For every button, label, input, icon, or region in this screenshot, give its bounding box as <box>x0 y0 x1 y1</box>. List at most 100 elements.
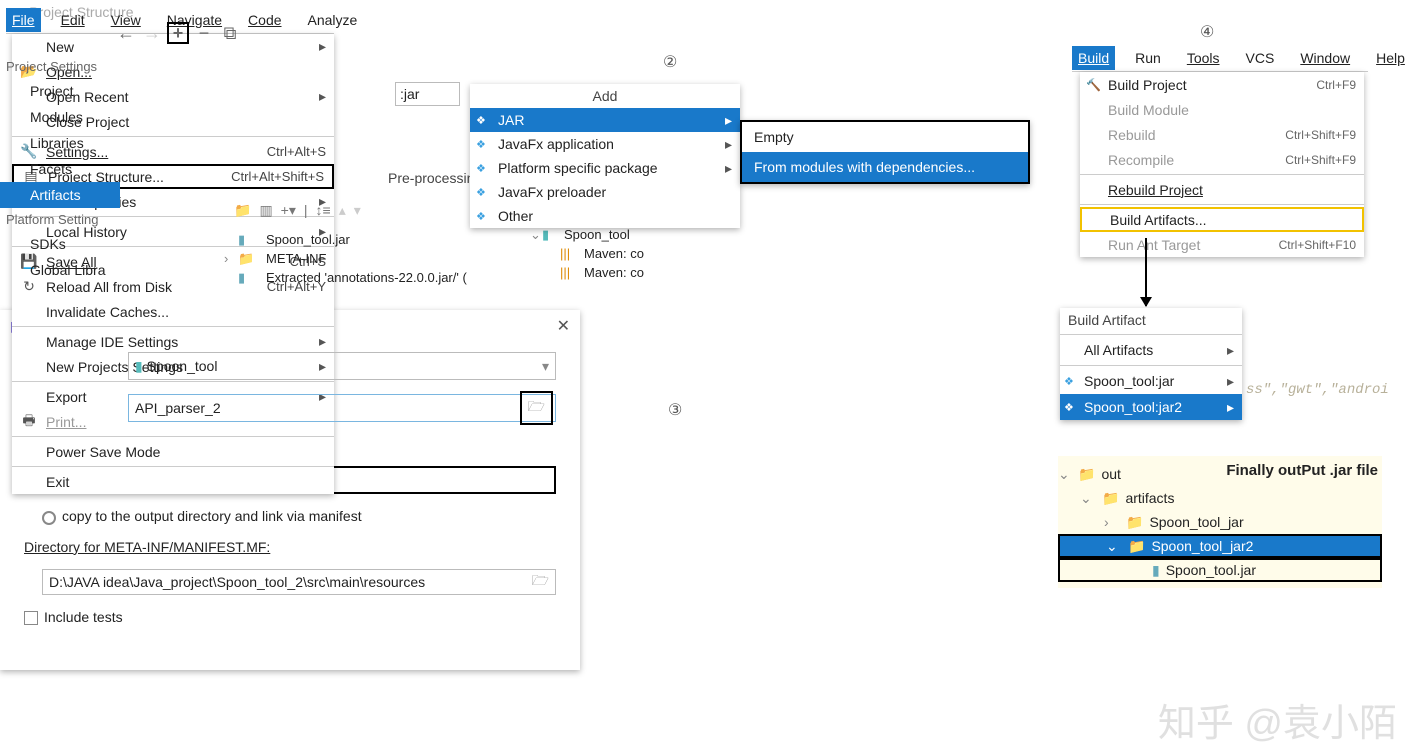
forward-button[interactable]: → <box>141 22 163 44</box>
tool-copy-icon[interactable]: ▥ <box>259 202 272 219</box>
submenu-arrow-icon: ▸ <box>725 136 732 153</box>
menu-build[interactable]: Build <box>1072 46 1115 70</box>
output-tree: Finally outPut .jar file ⌄📁out ⌄📁artifac… <box>1058 456 1382 588</box>
build-menu-rebuild-project[interactable]: Rebuild Project <box>1080 177 1364 202</box>
menu-file[interactable]: File <box>6 8 41 32</box>
menu-help[interactable]: Help <box>1370 46 1405 70</box>
module-icon: ▮ <box>542 227 549 243</box>
diamond-icon: ❖ <box>476 210 486 223</box>
jar-submenu-empty[interactable]: Empty <box>742 122 1028 152</box>
tree-item-jar[interactable]: ▮Spoon_tool.jar <box>232 230 467 249</box>
tab-preprocessing[interactable]: Pre-processing <box>388 170 482 186</box>
close-button[interactable]: ✕ <box>557 316 570 336</box>
add-menu-platform[interactable]: ❖Platform specific package▸ <box>470 156 740 180</box>
sidebar-item-libraries[interactable]: Libraries <box>0 130 120 156</box>
add-menu-preloader[interactable]: ❖JavaFx preloader <box>470 180 740 204</box>
remove-button[interactable]: − <box>193 22 215 44</box>
diamond-icon: ❖ <box>476 162 486 175</box>
artifact-name-field[interactable]: :jar <box>395 82 460 106</box>
jar-icon: ▮ <box>238 232 245 248</box>
add-menu-javafx[interactable]: ❖JavaFx application▸ <box>470 132 740 156</box>
module-icon: ▮ <box>135 358 143 375</box>
tree-f2[interactable]: ⌄📁Spoon_tool_jar2 <box>1058 534 1382 558</box>
menu-code[interactable]: Code <box>242 8 287 32</box>
artifact-jar2[interactable]: ❖Spoon_tool:jar2▸ <box>1060 394 1242 420</box>
diamond-icon: ❖ <box>1064 401 1074 414</box>
sidebar-item-modules[interactable]: Modules <box>0 104 120 130</box>
menu-run[interactable]: Run <box>1129 46 1167 70</box>
extract-icon: ▮ <box>238 270 245 286</box>
menu-edit[interactable]: Edit <box>55 8 91 32</box>
diamond-icon: ❖ <box>1064 375 1074 388</box>
include-tests-checkbox[interactable]: Include tests <box>24 609 556 625</box>
bg-code-3: ss","gwt","androi <box>1246 382 1389 398</box>
browse-folder-icon[interactable]: 🗁 <box>520 391 553 425</box>
manifest-dir-input[interactable]: D:\JAVA idea\Java_project\Spoon_tool_2\s… <box>42 569 556 595</box>
build-menu-build-module[interactable]: Build Module <box>1080 97 1364 122</box>
tree-artifacts[interactable]: ⌄📁artifacts <box>1058 486 1382 510</box>
maven-icon: ||| <box>560 265 570 280</box>
chevron-down-icon[interactable]: ⌄ <box>1106 538 1118 555</box>
step-3-marker: ③ <box>668 400 682 420</box>
chevron-right-icon[interactable]: › <box>1104 514 1109 530</box>
build-menu-build-artifacts[interactable]: Build Artifacts... <box>1080 207 1364 232</box>
tool-up-icon[interactable]: ▴ <box>339 202 346 219</box>
add-button[interactable]: + <box>167 22 189 44</box>
menu-tools[interactable]: Tools <box>1181 46 1226 70</box>
submenu-arrow-icon: ▸ <box>725 160 732 177</box>
build-menu-build-project[interactable]: 🔨Build ProjectCtrl+F9 <box>1080 72 1364 97</box>
folder-icon: 📁 <box>1126 514 1143 531</box>
dropdown-icon: ▾ <box>542 358 549 375</box>
artifact-jar1[interactable]: ❖Spoon_tool:jar▸ <box>1060 368 1242 394</box>
back-button[interactable]: ← <box>115 22 137 44</box>
tool-add-icon[interactable]: +▾ <box>281 202 296 219</box>
diamond-icon: ❖ <box>476 114 486 127</box>
folder-icon: 📁 <box>1128 538 1145 555</box>
browse-folder-icon[interactable]: 🗁 <box>532 570 549 594</box>
sidebar-header-project: Project Settings <box>0 55 120 78</box>
main-class-input[interactable]: API_parser_2🗁 <box>128 394 556 422</box>
sidebar-item-facets[interactable]: Facets <box>0 156 120 182</box>
tree-item-meta[interactable]: ›📁META-INF <box>232 249 467 268</box>
jar-submenu-from-modules[interactable]: From modules with dependencies... <box>742 152 1028 182</box>
tool-down-icon[interactable]: ▾ <box>354 202 361 219</box>
menu-analyze[interactable]: Analyze <box>302 8 364 32</box>
tool-newfolder-icon[interactable]: 📁 <box>234 202 251 219</box>
tree-out[interactable]: ⌄📁out <box>1058 462 1382 486</box>
chevron-down-icon[interactable]: ⌄ <box>530 227 541 243</box>
jar-icon: ▮ <box>1152 562 1160 579</box>
checkbox-icon <box>24 611 38 625</box>
sidebar-item-sdks[interactable]: SDKs <box>0 231 120 257</box>
tree-f1[interactable]: ›📁Spoon_tool_jar <box>1058 510 1382 534</box>
sidebar-item-artifacts[interactable]: Artifacts <box>0 182 120 208</box>
hammer-icon: 🔨 <box>1086 78 1101 92</box>
ps-toolbar: ← → + − ⧉ <box>115 22 241 44</box>
artifact-all[interactable]: All Artifacts▸ <box>1060 337 1242 363</box>
menu-window[interactable]: Window <box>1294 46 1356 70</box>
sidebar-item-global[interactable]: Global Libra <box>0 257 120 283</box>
menu-item-manage-ide[interactable]: Manage IDE Settings▸ <box>12 329 334 354</box>
radio-copy[interactable]: copy to the output directory and link vi… <box>42 508 556 524</box>
chevron-down-icon[interactable]: ⌄ <box>1080 490 1092 507</box>
chevron-right-icon: › <box>224 251 228 266</box>
chevron-down-icon[interactable]: ⌄ <box>1058 466 1070 483</box>
main-menubar-4: Build Run Tools VCS Window Help <box>1072 44 1368 72</box>
tree-jar-output[interactable]: ▮Spoon_tool.jar <box>1058 558 1382 582</box>
menu-item-invalidate[interactable]: Invalidate Caches... <box>12 299 334 324</box>
build-menu-recompile[interactable]: RecompileCtrl+Shift+F9 <box>1080 147 1364 172</box>
copy-button[interactable]: ⧉ <box>219 22 241 44</box>
submenu-arrow-icon: ▸ <box>725 112 732 129</box>
tool-sort-icon[interactable]: ↕≡ <box>316 202 331 219</box>
add-menu-jar[interactable]: ❖JAR▸ <box>470 108 740 132</box>
module-select[interactable]: ▮ Spoon_tool▾ <box>128 352 556 380</box>
submenu-arrow-icon: ▸ <box>1227 373 1234 390</box>
diamond-icon: ❖ <box>476 138 486 151</box>
build-menu-rebuild[interactable]: RebuildCtrl+Shift+F9 <box>1080 122 1364 147</box>
build-menu-run-ant[interactable]: Run Ant TargetCtrl+Shift+F10 <box>1080 232 1364 257</box>
sidebar-item-project[interactable]: Project <box>0 78 120 104</box>
menu-item-exit[interactable]: Exit <box>12 469 334 494</box>
menu-item-power-save[interactable]: Power Save Mode <box>12 439 334 464</box>
menu-vcs[interactable]: VCS <box>1240 46 1281 70</box>
tree-item-extract[interactable]: ▮Extracted 'annotations-22.0.0.jar/' ( <box>232 268 467 287</box>
add-menu-other[interactable]: ❖Other <box>470 204 740 228</box>
